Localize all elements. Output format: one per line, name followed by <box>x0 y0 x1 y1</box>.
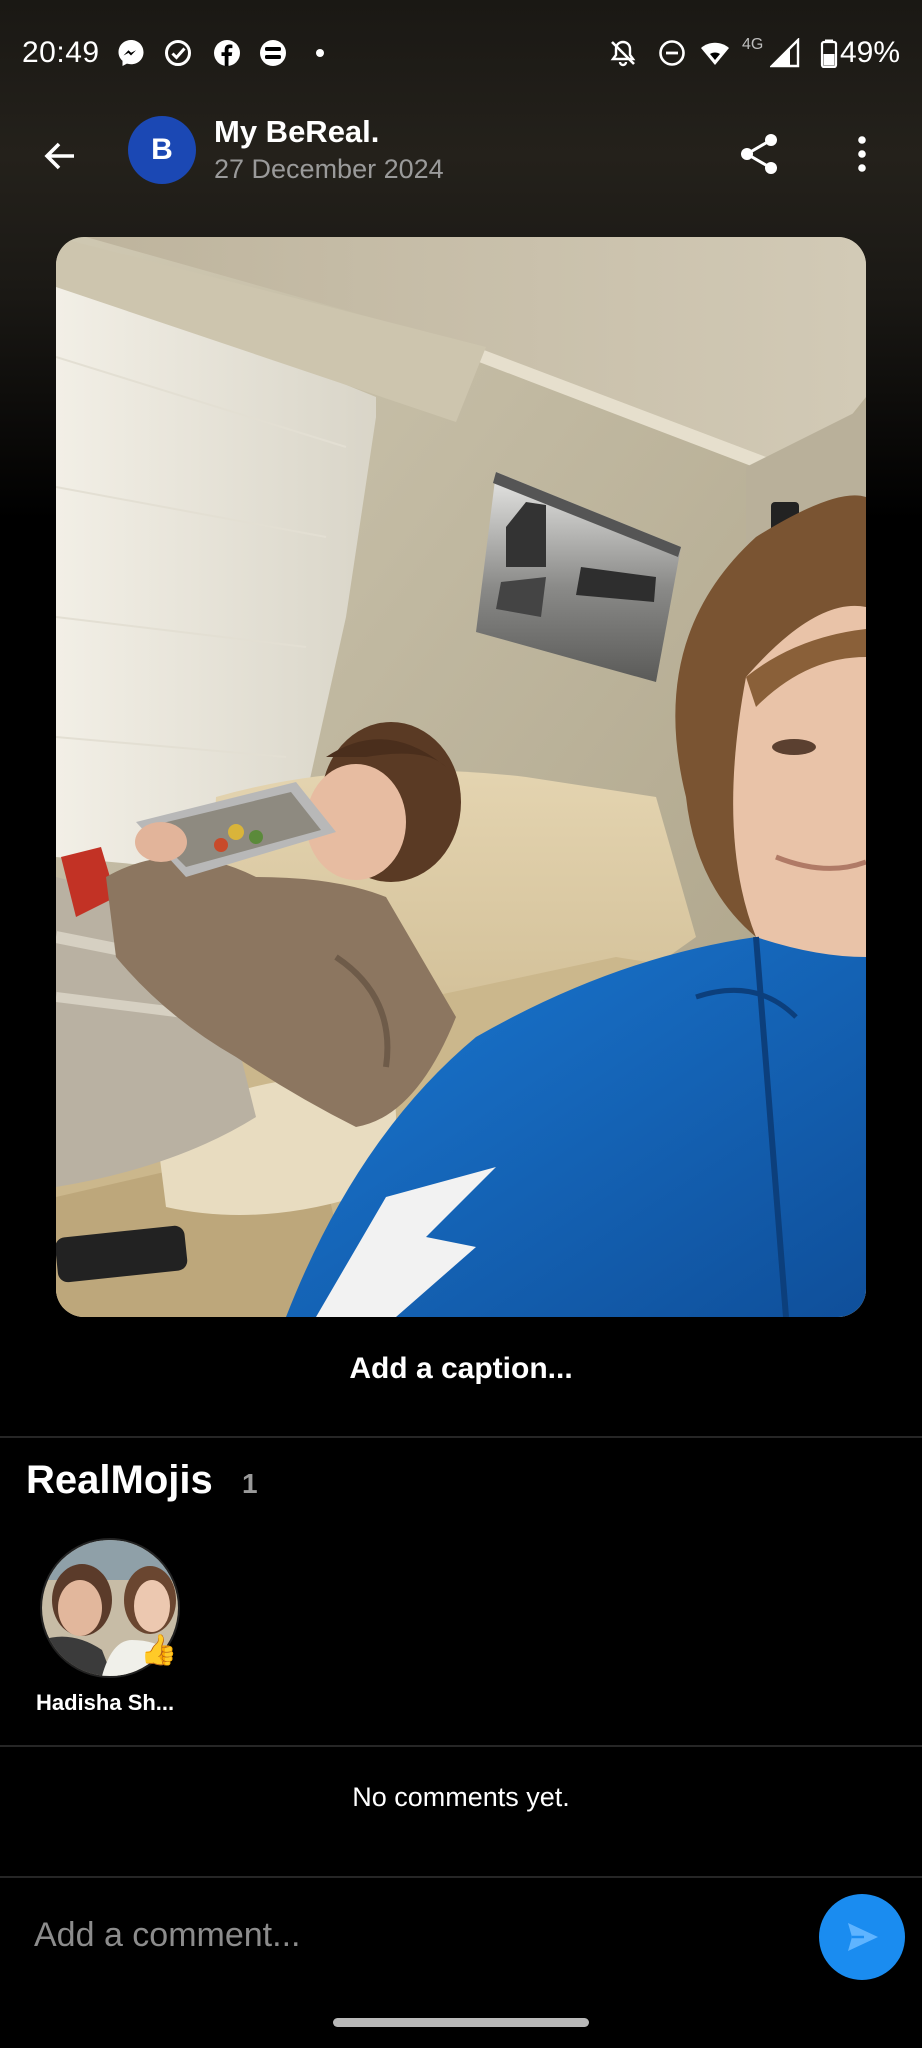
home-indicator[interactable] <box>333 2018 589 2027</box>
send-icon <box>848 1923 878 1951</box>
arrow-left-icon <box>44 142 74 170</box>
status-time: 20:49 <box>22 36 100 69</box>
more-options-button[interactable] <box>832 124 892 184</box>
more-vertical-icon <box>858 136 866 172</box>
signal-icon <box>770 38 800 68</box>
facebook-icon <box>214 40 240 66</box>
dot-icon <box>316 49 324 57</box>
status-bar: 20:49 4G 49% <box>0 0 922 106</box>
add-caption-button[interactable]: Add a caption... <box>0 1352 922 1386</box>
bell-off-icon <box>610 40 636 67</box>
header: B My BeReal. 27 December 2024 <box>0 106 922 218</box>
bereal-photo[interactable] <box>56 237 866 1317</box>
messenger-icon <box>118 40 144 66</box>
wifi-icon <box>701 42 729 65</box>
page-title: My BeReal. <box>214 114 380 149</box>
avatar[interactable]: B <box>128 116 196 184</box>
battery-percentage: 49% <box>839 36 900 69</box>
no-comments-text: No comments yet. <box>352 1782 570 1812</box>
divider <box>0 1436 922 1438</box>
thumbs-up-icon: 👍 <box>140 1634 178 1667</box>
share-button[interactable] <box>730 124 790 184</box>
network-type: 4G <box>742 36 764 53</box>
do-not-disturb-icon <box>659 40 685 66</box>
divider <box>0 1876 922 1878</box>
share-icon <box>741 134 777 174</box>
realmoji-user-name: Hadisha Sh... <box>36 1690 175 1715</box>
post-date: 27 December 2024 <box>214 154 444 184</box>
divider <box>0 1745 922 1747</box>
realmojis-title: RealMojis <box>26 1458 213 1502</box>
realmojis-count: 1 <box>242 1468 258 1499</box>
check-circle-icon <box>165 40 191 66</box>
photo-content <box>56 237 866 1317</box>
comment-input[interactable] <box>18 1904 816 1966</box>
avatar-letter: B <box>151 133 173 166</box>
send-button[interactable] <box>819 1894 905 1980</box>
back-button[interactable] <box>30 126 90 186</box>
bereal-icon <box>260 40 286 66</box>
